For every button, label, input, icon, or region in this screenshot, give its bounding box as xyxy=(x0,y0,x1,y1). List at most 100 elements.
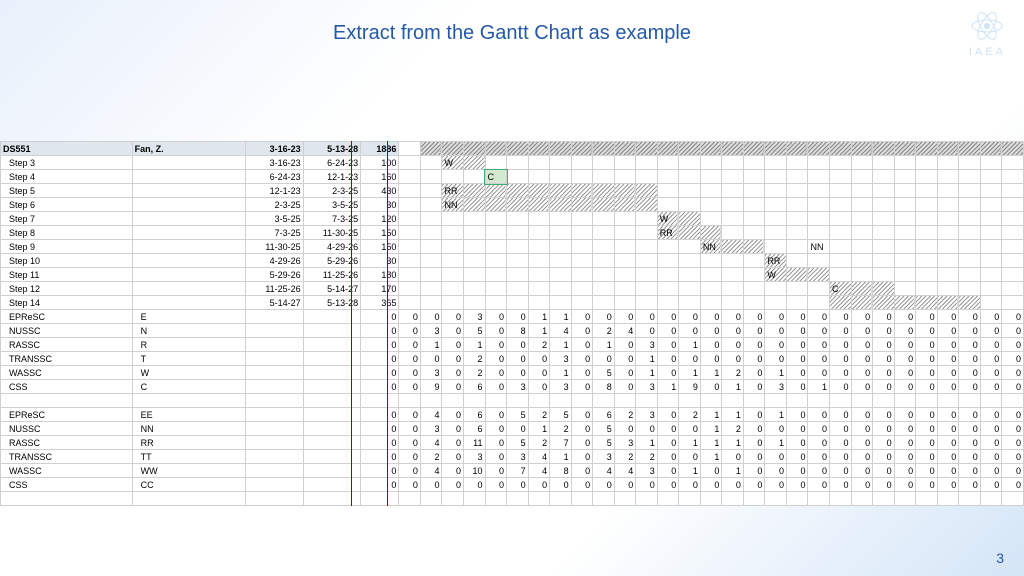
gantt-cell xyxy=(636,296,658,310)
gantt-cell xyxy=(593,170,615,184)
gantt-cell xyxy=(442,212,464,226)
gantt-cell xyxy=(765,226,787,240)
gantt-cell xyxy=(528,184,550,198)
gantt-cell xyxy=(679,240,701,254)
gantt-cell xyxy=(593,198,615,212)
gantt-cell xyxy=(894,212,916,226)
gantt-cell xyxy=(808,254,830,268)
gantt-cell xyxy=(550,268,572,282)
gantt-cell xyxy=(743,240,765,254)
gantt-cell xyxy=(614,282,636,296)
committee-row: TRANSSCT000020003000100000000000000000 xyxy=(1,352,1024,366)
gantt-cell xyxy=(937,184,959,198)
gantt-cell xyxy=(679,184,701,198)
gantt-cell xyxy=(830,184,852,198)
gantt-cell xyxy=(614,198,636,212)
gantt-cell xyxy=(679,156,701,170)
gantt-cell xyxy=(571,198,593,212)
gantt-cell xyxy=(959,296,981,310)
gantt-cell xyxy=(571,254,593,268)
gantt-cell xyxy=(507,296,529,310)
gantt-cell xyxy=(485,282,507,296)
gantt-cell xyxy=(507,198,529,212)
gantt-cell xyxy=(700,296,722,310)
gantt-step-row: Step 46-24-2312-1-23160C xyxy=(1,170,1024,184)
committee-row: RASSCR001010021010301000000000000000 xyxy=(1,338,1024,352)
gantt-cell xyxy=(916,198,938,212)
gantt-cell xyxy=(550,184,572,198)
gantt-cell xyxy=(636,282,658,296)
gantt-cell xyxy=(507,240,529,254)
gantt-cell xyxy=(873,170,895,184)
gantt-cell xyxy=(399,184,421,198)
gantt-cell xyxy=(571,282,593,296)
gantt-cell xyxy=(851,254,873,268)
gantt-cell xyxy=(528,156,550,170)
gantt-cell xyxy=(420,170,442,184)
gantt-cell xyxy=(463,198,485,212)
gantt-cell xyxy=(657,268,679,282)
gantt-cell xyxy=(851,240,873,254)
gantt-cell xyxy=(571,226,593,240)
gantt-cell xyxy=(830,240,852,254)
gantt-cell: NN xyxy=(442,198,464,212)
gantt-step-row: Step 33-16-236-24-23100W xyxy=(1,156,1024,170)
gantt-cell xyxy=(420,254,442,268)
gantt-cell xyxy=(463,296,485,310)
gantt-cell xyxy=(830,212,852,226)
gantt-cell xyxy=(657,156,679,170)
gantt-cell xyxy=(657,296,679,310)
gantt-cell xyxy=(916,156,938,170)
gantt-cell xyxy=(614,240,636,254)
gantt-cell xyxy=(485,184,507,198)
gantt-cell xyxy=(873,156,895,170)
gantt-cell xyxy=(507,268,529,282)
gantt-cell xyxy=(873,268,895,282)
gantt-cell xyxy=(399,212,421,226)
gantt-cell xyxy=(399,156,421,170)
gantt-cell xyxy=(636,240,658,254)
gantt-cell xyxy=(808,226,830,240)
committee-row: NUSSCNN003060012050000120000000000000 xyxy=(1,422,1024,436)
gantt-cell xyxy=(916,184,938,198)
gantt-cell xyxy=(550,296,572,310)
gantt-cell xyxy=(593,226,615,240)
gantt-cell xyxy=(679,198,701,212)
gantt-cell xyxy=(507,212,529,226)
gantt-cell xyxy=(808,198,830,212)
gantt-cell xyxy=(830,296,852,310)
gantt-cell xyxy=(851,156,873,170)
gantt-cell xyxy=(786,226,808,240)
gantt-cell xyxy=(786,296,808,310)
gantt-cell xyxy=(765,156,787,170)
gantt-cell xyxy=(743,268,765,282)
gantt-cell xyxy=(463,170,485,184)
gantt-cell xyxy=(420,240,442,254)
gantt-cell xyxy=(937,254,959,268)
gantt-cell xyxy=(722,226,744,240)
gantt-cell xyxy=(743,282,765,296)
gantt-cell xyxy=(399,198,421,212)
gantt-cell xyxy=(399,254,421,268)
gantt-cell xyxy=(463,184,485,198)
gantt-cell xyxy=(1002,156,1024,170)
gantt-cell xyxy=(722,268,744,282)
gantt-cell xyxy=(786,156,808,170)
gantt-cell xyxy=(657,254,679,268)
gantt-cell xyxy=(485,296,507,310)
gantt-cell xyxy=(808,170,830,184)
gantt-cell xyxy=(851,296,873,310)
gantt-cell xyxy=(636,254,658,268)
gantt-cell xyxy=(463,226,485,240)
gantt-cell xyxy=(636,212,658,226)
gantt-cell xyxy=(1002,198,1024,212)
gantt-cell xyxy=(743,296,765,310)
gantt-cell xyxy=(593,184,615,198)
gantt-cell xyxy=(420,198,442,212)
gantt-cell xyxy=(916,296,938,310)
gantt-cell xyxy=(980,254,1002,268)
gantt-cell xyxy=(636,184,658,198)
gantt-cell xyxy=(614,296,636,310)
gantt-header-row: DS551Fan, Z.3-16-235-13-281886 xyxy=(1,142,1024,156)
gantt-cell xyxy=(614,226,636,240)
